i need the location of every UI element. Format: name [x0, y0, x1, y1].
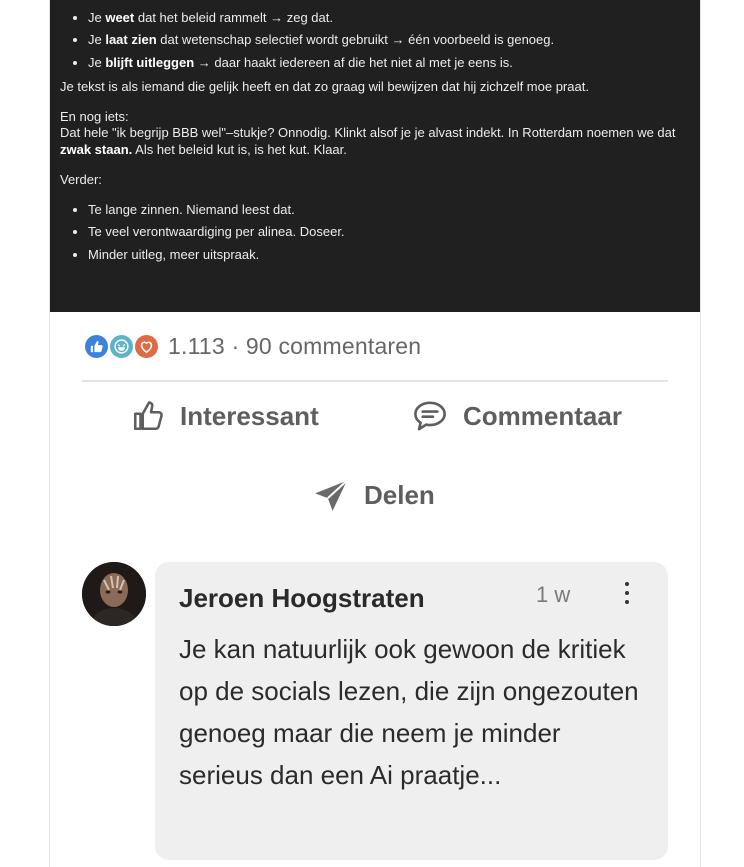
comment-text: Je kan natuurlijk ook gewoon de kritiek … — [179, 634, 639, 790]
list-item: Je blijft uitleggen → daar haakt iederee… — [88, 55, 688, 71]
image-paragraph: Je tekst is als iemand die gelijk heeft … — [60, 78, 589, 94]
love-reaction-icon — [133, 332, 160, 360]
comment-button-label: Commentaar — [463, 400, 622, 431]
list-item: Te lange zinnen. Niemand leest dat. — [88, 202, 688, 218]
comment-timestamp: 1 w — [536, 582, 571, 607]
comment-button[interactable]: Commentaar — [411, 398, 622, 434]
image-heading: En nog iets: — [60, 109, 129, 124]
send-icon — [315, 479, 348, 511]
list-item: Je laat zien dat wetenschap selectief wo… — [88, 32, 688, 48]
share-button-label: Delen — [364, 479, 435, 510]
like-button[interactable]: Interessant — [130, 398, 319, 434]
like-reaction-icon — [83, 332, 110, 360]
list-item: Te veel verontwaardiging per alinea. Dos… — [88, 224, 688, 240]
list-item: Je weet dat het beleid rammelt → zeg dat… — [88, 10, 688, 26]
funny-reaction-icon — [108, 332, 135, 360]
comment-author[interactable]: Jeroen Hoogstraten — [179, 583, 425, 614]
comment-bubble: Jeroen Hoogstraten 1 w Je kan natuurlijk… — [155, 562, 668, 860]
thumbs-up-icon — [133, 401, 163, 431]
avatar[interactable] — [82, 562, 146, 626]
reactions-summary[interactable]: 1.113 · 90 commentaren — [83, 331, 421, 361]
image-heading: Verder: — [60, 171, 102, 187]
avatar-photo — [82, 562, 146, 626]
share-button[interactable]: Delen — [312, 476, 435, 514]
bullet-list-top: Je weet dat het beleid rammelt → zeg dat… — [60, 10, 688, 71]
list-item: Minder uitleg, meer uitspraak. — [88, 247, 688, 263]
reaction-comment-counts[interactable]: 1.113 · 90 commentaren — [168, 333, 421, 360]
post-image[interactable]: Je weet dat het beleid rammelt → zeg dat… — [50, 0, 700, 312]
divider — [82, 380, 668, 382]
like-button-label: Interessant — [180, 400, 319, 431]
comment-icon — [414, 401, 446, 431]
bullet-list-bottom: Te lange zinnen. Niemand leest dat. Te v… — [60, 202, 688, 263]
more-options-icon[interactable] — [615, 576, 639, 612]
image-paragraph: Dat hele "ik begrijp BBB wel"–stukje? On… — [60, 125, 676, 157]
post-card: Je weet dat het beleid rammelt → zeg dat… — [49, 0, 701, 867]
